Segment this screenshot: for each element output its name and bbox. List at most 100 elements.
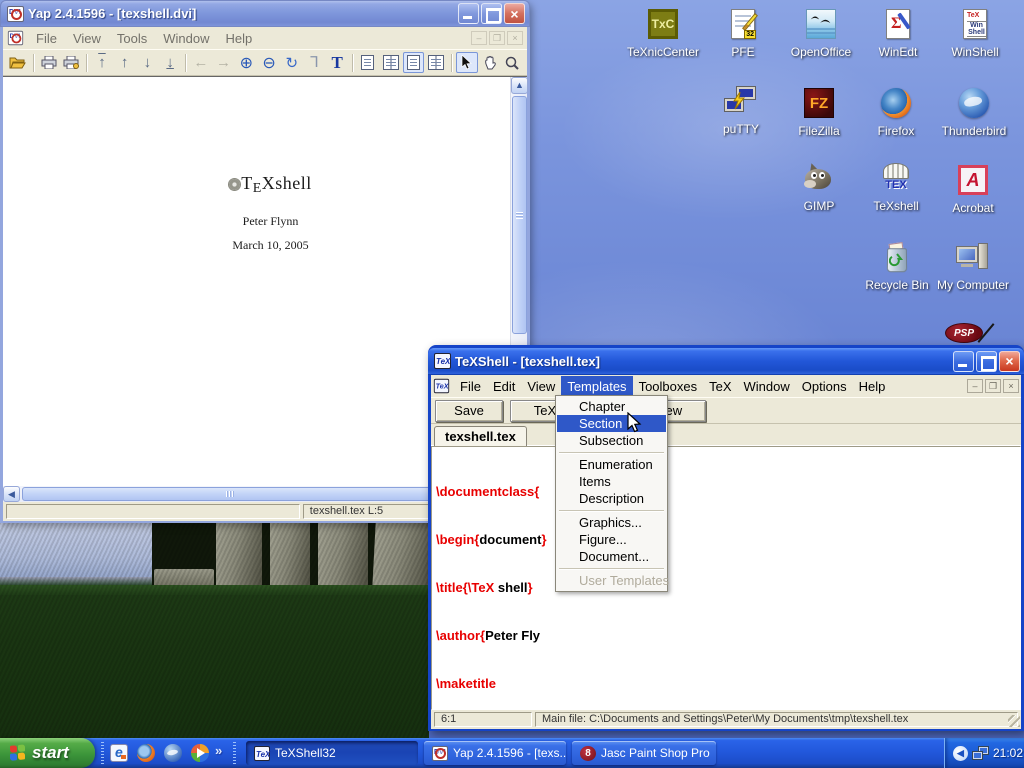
print-icon[interactable] [38, 52, 60, 73]
forward-icon[interactable]: → [213, 52, 235, 73]
hand-tool-icon[interactable] [479, 52, 501, 73]
desktop-icon-openoffice[interactable]: OpenOffice [782, 7, 860, 59]
ruler-tool-icon[interactable]: Ꞁ [304, 52, 326, 73]
menu-item-items[interactable]: Items [557, 473, 666, 490]
texshell-toolbar: Save TeX Preview [431, 397, 1021, 424]
menu-file[interactable]: File [454, 376, 487, 397]
desktop-icon-thunderbird[interactable]: Thunderbird [935, 86, 1013, 138]
texshell-statusbar: 6:1 Main file: C:\Documents and Settings… [431, 710, 1021, 729]
texshell-maximize-button[interactable] [976, 351, 997, 372]
yap-menu-window[interactable]: Window [155, 29, 217, 48]
taskbar-button-paint-shop-pro[interactable]: 8 Jasc Paint Shop Pro [572, 741, 716, 765]
network-status-icon[interactable] [972, 746, 989, 761]
save-button[interactable]: Save [435, 400, 503, 422]
desktop-icon-acrobat[interactable]: A Acrobat [934, 163, 1012, 215]
tab-texshell-tex[interactable]: texshell.tex [434, 426, 527, 446]
taskbar-button-yap[interactable]: Yap 2.4.1596 - [texs... [424, 741, 566, 765]
menu-item-document[interactable]: Document... [557, 548, 666, 565]
desktop-icon-my-computer[interactable]: My Computer [934, 242, 1012, 292]
desktop-icon-texshell[interactable]: TEX TeXshell [857, 163, 935, 213]
child-minimize-icon[interactable]: – [967, 379, 983, 393]
firefox-icon [879, 88, 913, 122]
quicklaunch-firefox-icon[interactable] [137, 744, 155, 762]
menu-item-description[interactable]: Description [557, 490, 666, 507]
print-setup-icon[interactable] [60, 52, 82, 73]
tray-collapse-chevron-icon[interactable]: ◀ [953, 746, 968, 761]
yap-hscroll-thumb[interactable] [22, 487, 438, 501]
desktop-icon-winedt[interactable]: Σ WinEdt [859, 7, 937, 59]
child-restore-icon[interactable]: ❐ [985, 379, 1001, 393]
yap-window-title: Yap 2.4.1596 - [texshell.dvi] [28, 6, 456, 21]
back-icon[interactable]: ← [190, 52, 212, 73]
menu-item-chapter[interactable]: Chapter [557, 398, 666, 415]
quicklaunch-handle[interactable] [101, 742, 104, 764]
code-editor[interactable]: \documentclass{ \begin{document} \title{… [431, 446, 1021, 710]
yap-menu-file[interactable]: File [28, 29, 65, 48]
magnifier-tool-icon[interactable] [501, 52, 523, 73]
desktop-icon-putty[interactable]: puTTY [702, 86, 780, 136]
desktop-icon-filezilla[interactable]: FZ FileZilla [780, 86, 858, 138]
yap-titlebar[interactable]: Yap 2.4.1596 - [texshell.dvi] × [0, 0, 530, 27]
menu-help[interactable]: Help [853, 376, 892, 397]
start-button[interactable]: start [0, 738, 95, 768]
texshell-titlebar[interactable]: TeXShell - [texshell.tex] × [428, 348, 1024, 375]
view-facing-pages-icon[interactable] [380, 52, 402, 73]
previous-page-icon[interactable]: ↑ [114, 52, 136, 73]
desktop-icon-texniccenter[interactable]: TxC TeXnicCenter [624, 7, 702, 59]
menu-options[interactable]: Options [796, 376, 853, 397]
zoom-out-icon[interactable]: ⊖ [258, 52, 280, 73]
menu-edit[interactable]: Edit [487, 376, 521, 397]
desktop-icon-label: FileZilla [780, 125, 858, 138]
yap-menu-help[interactable]: Help [218, 29, 261, 48]
yap-minimize-button[interactable] [458, 3, 479, 24]
quicklaunch-media-player-icon[interactable] [191, 744, 209, 762]
desktop-icon-winshell[interactable]: TeXWin Shell WinShell [936, 7, 1014, 59]
menu-item-figure[interactable]: Figure... [557, 531, 666, 548]
yap-close-button[interactable]: × [504, 3, 525, 24]
yap-menu-view[interactable]: View [65, 29, 109, 48]
taskband-handle[interactable] [233, 742, 236, 764]
view-single-page-icon[interactable] [357, 52, 379, 73]
desktop-icon-paint-shop-pro[interactable]: PSP [943, 321, 987, 347]
taskbar-button-texshell32[interactable]: TeXShell32 [246, 741, 418, 765]
quicklaunch-thunderbird-icon[interactable] [164, 744, 182, 762]
menu-item-graphics[interactable]: Graphics... [557, 514, 666, 531]
select-tool-icon[interactable] [456, 52, 478, 73]
view-continuous-icon[interactable] [403, 52, 425, 73]
menu-window[interactable]: Window [738, 376, 796, 397]
menu-tex[interactable]: TeX [703, 376, 737, 397]
last-page-icon[interactable]: ↓ [159, 52, 181, 73]
zoom-in-icon[interactable]: ⊕ [235, 52, 257, 73]
yap-menu-tools[interactable]: Tools [109, 29, 155, 48]
yap-vscroll-thumb[interactable] [512, 96, 527, 334]
desktop-icon-gimp[interactable]: GIMP [780, 163, 858, 213]
child-close-icon[interactable]: × [1003, 379, 1019, 393]
texshell-close-button[interactable]: × [999, 351, 1020, 372]
resize-grip[interactable] [1008, 715, 1020, 727]
yap-maximize-button[interactable] [481, 3, 502, 24]
desktop-icon-firefox[interactable]: Firefox [857, 86, 935, 138]
first-page-icon[interactable]: ↑ [91, 52, 113, 73]
desktop-icon-pfe[interactable]: 32 PFE [704, 7, 782, 59]
quicklaunch-overflow-chevron[interactable]: » [215, 743, 222, 758]
yap-child-restore-icon[interactable]: ❐ [489, 31, 505, 45]
menu-item-enumeration[interactable]: Enumeration [557, 456, 666, 473]
scroll-left-icon[interactable]: ◀ [3, 486, 20, 502]
yap-child-close-icon[interactable]: × [507, 31, 523, 45]
refresh-icon[interactable]: ↻ [281, 52, 303, 73]
yap-child-minimize-icon[interactable]: – [471, 31, 487, 45]
scroll-up-icon[interactable]: ▲ [511, 77, 528, 94]
menu-view[interactable]: View [521, 376, 561, 397]
open-file-icon[interactable] [7, 52, 29, 73]
desktop-icon-recycle-bin[interactable]: Recycle Bin [858, 242, 936, 292]
menu-templates[interactable]: Templates [561, 376, 632, 397]
menu-toolboxes[interactable]: Toolboxes [633, 376, 704, 397]
view-continuous-facing-icon[interactable] [425, 52, 447, 73]
taskbar: start » TeXShell32 Yap 2.4.1596 - [texs.… [0, 738, 1024, 768]
quicklaunch-ie-icon[interactable] [110, 744, 128, 762]
text-tool-icon[interactable]: T [326, 52, 348, 73]
texshell-minimize-button[interactable] [953, 351, 974, 372]
next-page-icon[interactable]: ↓ [137, 52, 159, 73]
menu-item-subsection[interactable]: Subsection [557, 432, 666, 449]
menu-item-section[interactable]: Section [557, 415, 666, 432]
